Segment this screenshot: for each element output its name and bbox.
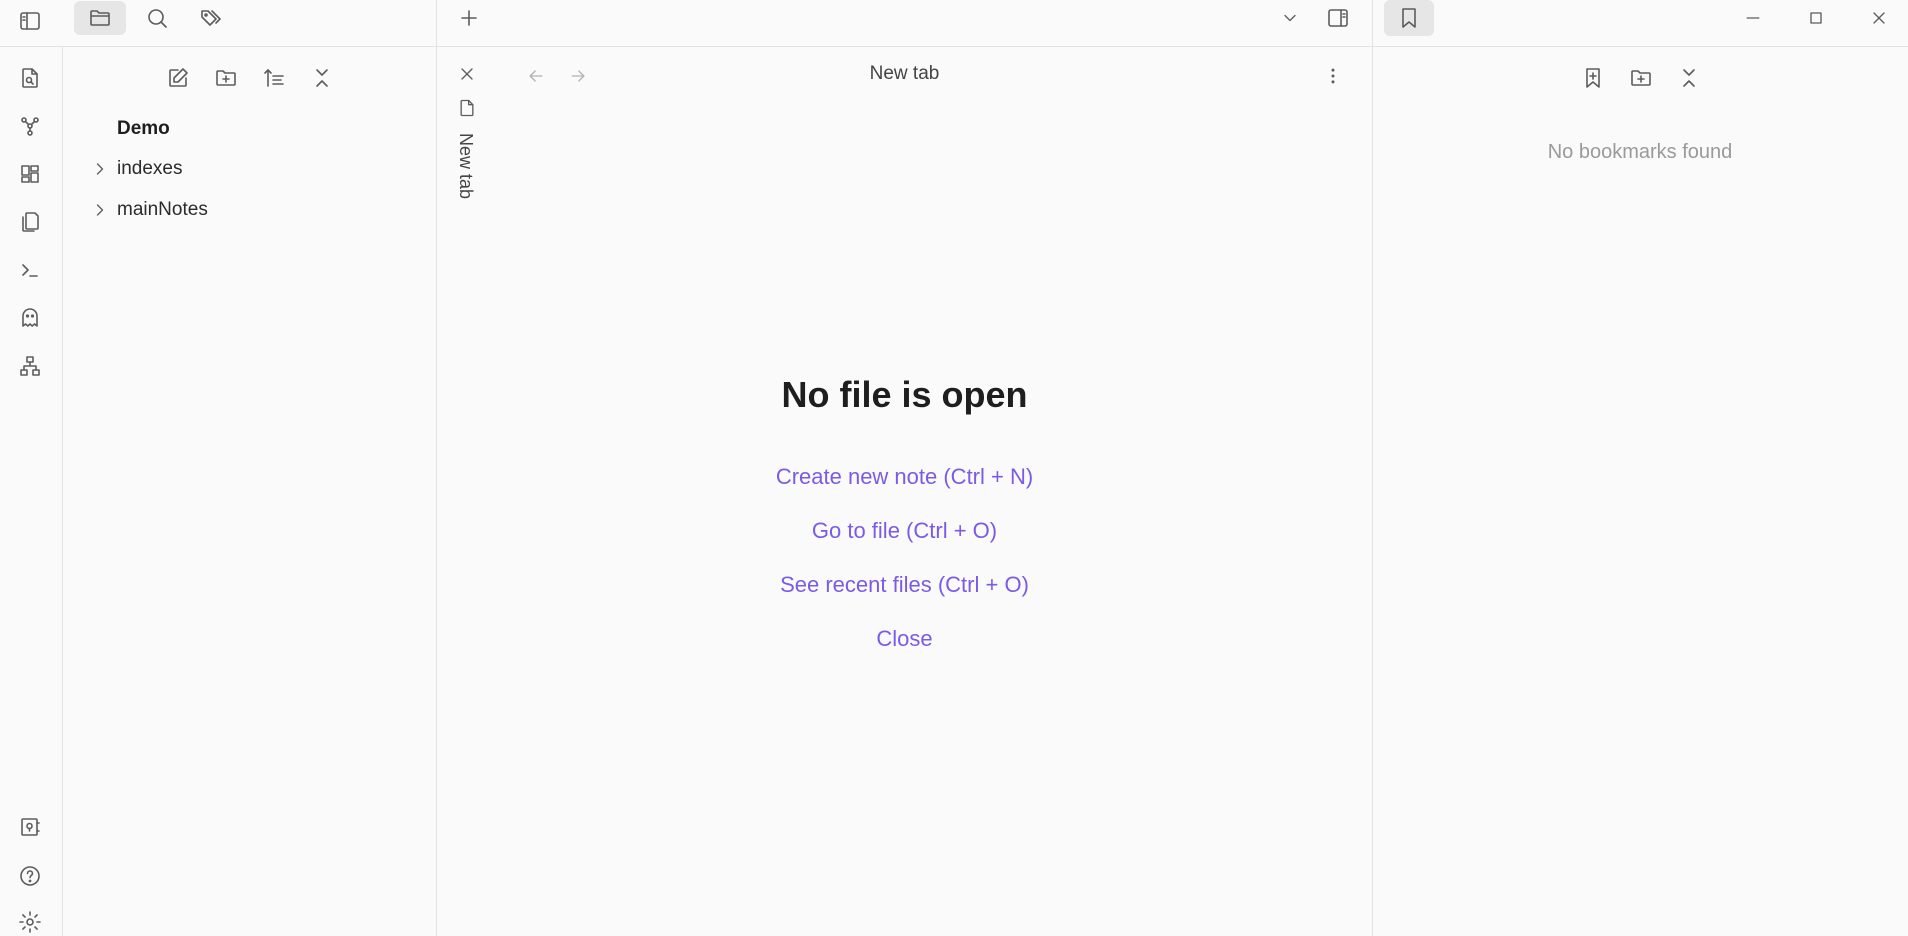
tab-title: New tab [869, 63, 940, 84]
left-sidebar [62, 0, 437, 936]
folder-mainNotes[interactable]: mainNotes [117, 199, 208, 221]
sitemap-icon[interactable] [13, 349, 47, 383]
new-tab-icon[interactable] [452, 1, 486, 35]
bookmarks-tab-icon[interactable] [1384, 0, 1434, 36]
see-recent-files-link[interactable]: See recent files (Ctrl + O) [437, 572, 1372, 598]
create-new-note-link[interactable]: Create new note (Ctrl + N) [437, 464, 1372, 490]
tags-icon[interactable] [194, 1, 228, 35]
sort-icon[interactable] [257, 61, 291, 95]
maximize-window-icon[interactable] [1799, 1, 1833, 35]
search-icon[interactable] [140, 1, 174, 35]
canvas-icon[interactable] [13, 157, 47, 191]
file-icon [450, 95, 484, 121]
graph-view-icon[interactable] [13, 109, 47, 143]
go-to-file-link[interactable]: Go to file (Ctrl + O) [437, 518, 1372, 544]
chevron-right-icon[interactable] [90, 200, 110, 220]
collapse-all-bookmarks-icon[interactable] [1672, 61, 1706, 95]
new-note-icon[interactable] [161, 61, 195, 95]
toggle-right-sidebar-icon[interactable] [1320, 1, 1356, 35]
vertical-tab-label[interactable]: New tab [455, 133, 476, 199]
files-icon[interactable] [74, 1, 126, 35]
command-palette-icon[interactable] [13, 253, 47, 287]
vault-icon[interactable] [13, 810, 47, 844]
collapse-all-icon[interactable] [305, 61, 339, 95]
vault-name[interactable]: Demo [117, 118, 170, 140]
no-bookmarks-message: No bookmarks found [1547, 141, 1733, 163]
templates-icon[interactable] [13, 205, 47, 239]
new-bookmark-group-icon[interactable] [1624, 61, 1658, 95]
close-window-icon[interactable] [1862, 1, 1896, 35]
bookmark-add-icon[interactable] [1576, 61, 1610, 95]
close-link[interactable]: Close [437, 626, 1372, 652]
open-quick-switcher-icon[interactable] [13, 61, 47, 95]
ghost-icon[interactable] [13, 301, 47, 335]
tab-list-chevron-down-icon[interactable] [1273, 1, 1307, 35]
new-folder-icon[interactable] [209, 61, 243, 95]
folder-indexes[interactable]: indexes [117, 158, 183, 180]
help-icon[interactable] [13, 859, 47, 893]
minimize-window-icon[interactable] [1736, 1, 1770, 35]
toggle-left-sidebar-icon[interactable] [12, 4, 48, 38]
more-options-icon[interactable] [1316, 61, 1350, 91]
empty-state-title: No file is open [781, 374, 1028, 415]
settings-icon[interactable] [13, 907, 47, 936]
chevron-right-icon[interactable] [90, 159, 110, 179]
